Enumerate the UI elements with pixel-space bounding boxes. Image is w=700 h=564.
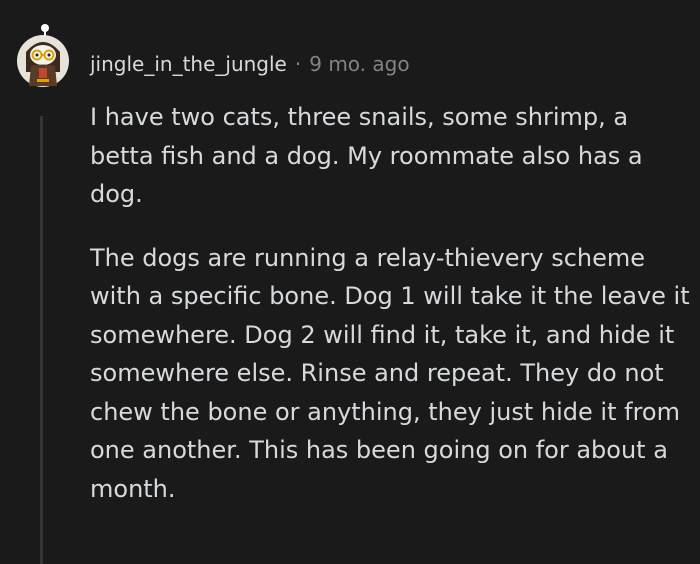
meta-separator: · [294, 52, 302, 76]
comment-meta: jingle_in_the_jungle · 9 mo. ago [90, 44, 410, 84]
comment-paragraph: I have two cats, three snails, some shri… [90, 103, 643, 208]
thread-collapse-line[interactable] [40, 116, 43, 564]
user-avatar[interactable] [12, 22, 74, 88]
comment-body: I have two cats, three snails, some shri… [90, 98, 690, 533]
comment-timestamp[interactable]: 9 mo. ago [309, 52, 409, 76]
comment: jingle_in_the_jungle · 9 mo. ago I have … [0, 0, 700, 564]
comment-paragraph: The dogs are running a relay-thievery sc… [90, 243, 690, 503]
snoo-avatar-icon [17, 24, 69, 87]
username-link[interactable]: jingle_in_the_jungle [90, 52, 287, 76]
